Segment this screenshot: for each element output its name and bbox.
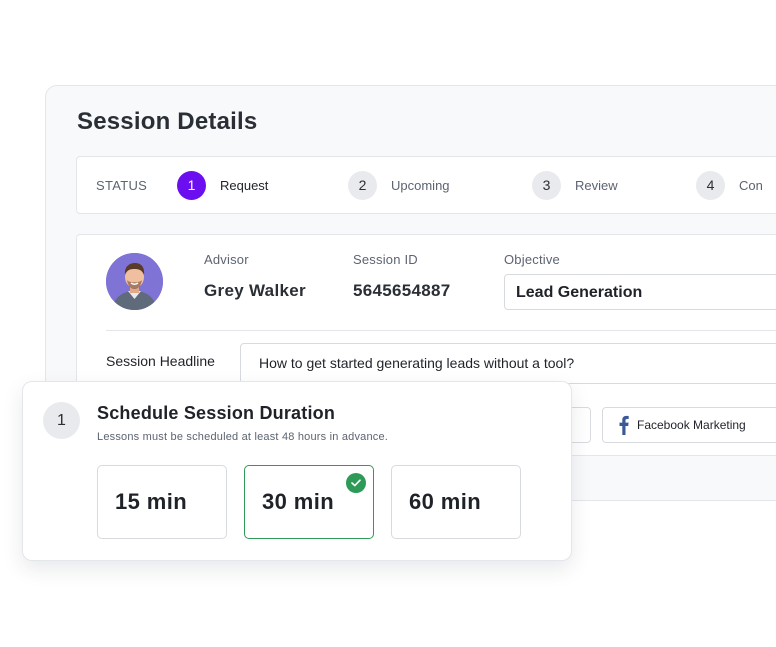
objective-label: Objective	[504, 252, 560, 267]
objective-select[interactable]: Lead Generation	[504, 274, 776, 310]
schedule-subtitle: Lessons must be scheduled at least 48 ho…	[97, 431, 389, 443]
divider	[106, 330, 776, 331]
step-label: Review	[575, 177, 618, 193]
duration-option-30[interactable]: 30 min	[244, 465, 374, 539]
avatar	[106, 253, 163, 310]
step-label: Request	[220, 177, 269, 193]
advisor-name: Grey Walker	[204, 281, 306, 300]
check-icon	[346, 473, 366, 493]
step-number: 1	[177, 170, 206, 200]
step-number: 4	[696, 170, 725, 200]
step-upcoming[interactable]: 2 Upcoming	[348, 170, 450, 200]
advisor-portrait-icon	[106, 253, 163, 310]
step-number: 3	[532, 170, 561, 200]
step-review[interactable]: 3 Review	[532, 170, 618, 200]
session-id-value: 5645654887	[353, 281, 451, 300]
headline-label: Session Headline	[106, 353, 215, 369]
schedule-title: Schedule Session Duration	[97, 403, 336, 423]
status-label: STATUS	[96, 178, 148, 193]
facebook-icon	[619, 415, 629, 435]
page-title: Session Details	[77, 108, 258, 135]
step-label: Con	[739, 177, 763, 193]
step-completed[interactable]: 4 Con	[696, 170, 763, 200]
advisor-label: Advisor	[204, 252, 249, 267]
step-number: 2	[348, 170, 377, 200]
step-label: Upcoming	[391, 177, 450, 193]
tag-label: Facebook Marketing	[637, 418, 746, 432]
tag-chip-facebook-marketing[interactable]: Facebook Marketing	[602, 407, 776, 443]
schedule-step-number: 1	[43, 402, 80, 439]
step-request[interactable]: 1 Request	[177, 170, 268, 200]
duration-option-60[interactable]: 60 min	[391, 465, 521, 539]
duration-option-15[interactable]: 15 min	[97, 465, 227, 539]
headline-input[interactable]: How to get started generating leads with…	[240, 343, 776, 384]
tag-chip[interactable]	[571, 407, 591, 443]
session-id-label: Session ID	[353, 252, 418, 267]
duration-label: 60 min	[409, 489, 482, 514]
duration-label: 30 min	[262, 489, 335, 514]
schedule-duration-card: 1 Schedule Session Duration Lessons must…	[22, 381, 572, 561]
status-stepper: STATUS 1 Request 2 Upcoming 3 Review 4 C…	[76, 156, 776, 214]
duration-label: 15 min	[115, 489, 188, 514]
